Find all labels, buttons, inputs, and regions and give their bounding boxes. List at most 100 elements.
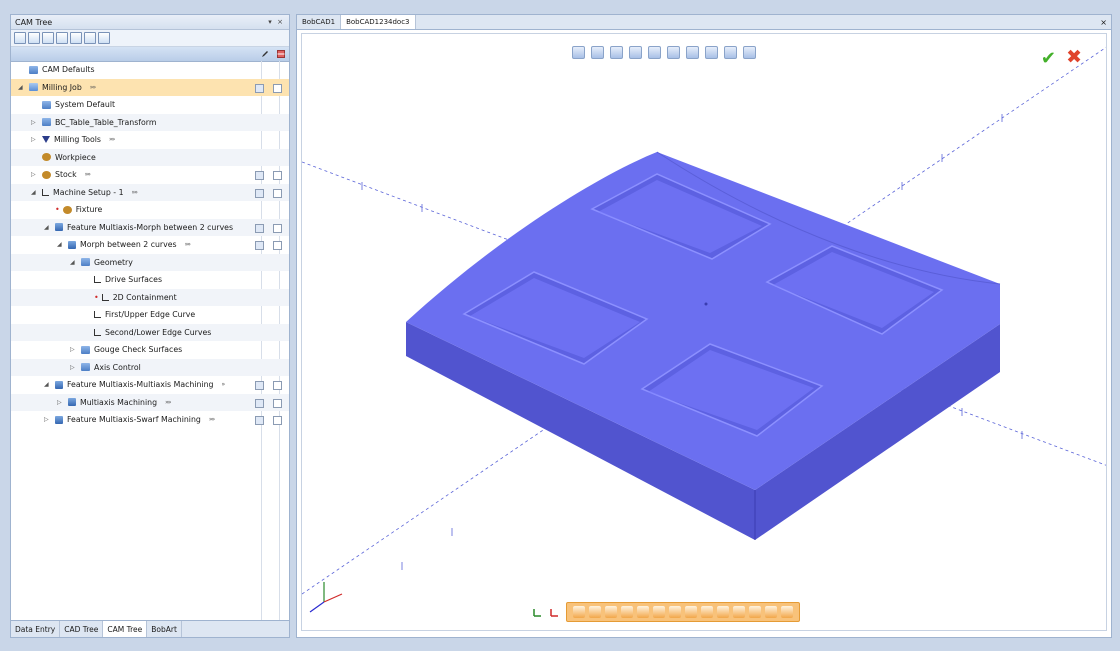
expand-arrows-icon[interactable]: »»: [185, 241, 191, 248]
view-iso2-icon[interactable]: [685, 606, 697, 618]
tree-item-morph[interactable]: ◢ Morph between 2 curves »»: [11, 236, 289, 254]
pan-icon[interactable]: [591, 46, 604, 59]
tree-item-2d-containment[interactable]: • 2D Containment: [11, 288, 289, 306]
tree-item-workpiece[interactable]: Workpiece: [11, 148, 289, 166]
tree-item-geometry[interactable]: ◢ Geometry: [11, 253, 289, 271]
compute-checkbox[interactable]: [255, 188, 264, 198]
view-save-icon[interactable]: [781, 606, 793, 618]
visibility-checkbox[interactable]: [273, 416, 282, 425]
visibility-checkbox[interactable]: [273, 171, 282, 180]
pin-icon[interactable]: ▾: [265, 18, 275, 26]
expander-icon[interactable]: ▷: [70, 364, 75, 371]
panel-tab-bobart[interactable]: BobArt: [147, 621, 182, 637]
tree-item-bc-table-transform[interactable]: ▷ BC_Table_Table_Transform: [11, 113, 289, 131]
tree-item-second-edge-curves[interactable]: Second/Lower Edge Curves: [11, 323, 289, 341]
cancel-x-icon[interactable]: ✖: [1066, 46, 1082, 68]
panel-tab-cad-tree[interactable]: CAD Tree: [60, 621, 104, 637]
compute-checkbox[interactable]: [255, 381, 264, 390]
tree-item-cam-defaults[interactable]: CAM Defaults: [11, 61, 289, 79]
part-model[interactable]: [302, 34, 1107, 631]
zoom-fit-icon[interactable]: [667, 46, 680, 59]
tree-item-feature-morph[interactable]: ◢ Feature Multiaxis-Morph between 2 curve…: [11, 218, 289, 236]
render-mode-icon[interactable]: [724, 46, 737, 59]
expander-icon[interactable]: ◢: [70, 259, 75, 266]
view-iso-icon[interactable]: [669, 606, 681, 618]
view-left-icon[interactable]: [637, 606, 649, 618]
expand-arrows-icon[interactable]: »»: [165, 399, 171, 406]
copy-icon[interactable]: [42, 32, 54, 44]
window-zoom-icon[interactable]: [629, 46, 642, 59]
zoom-in-icon[interactable]: [648, 46, 661, 59]
rotate-icon[interactable]: [610, 46, 623, 59]
select-arrow-icon[interactable]: [572, 46, 585, 59]
view-iso4-icon[interactable]: [717, 606, 729, 618]
expander-icon[interactable]: ▷: [31, 136, 36, 143]
tree-item-drive-surfaces[interactable]: Drive Surfaces: [11, 271, 289, 289]
compute-checkbox[interactable]: [255, 223, 264, 233]
view-plane-icon[interactable]: [733, 606, 745, 618]
compute-checkbox[interactable]: [255, 398, 264, 408]
compute-checkbox[interactable]: [255, 416, 264, 425]
expander-icon[interactable]: ◢: [31, 189, 36, 196]
expander-icon[interactable]: ▷: [31, 171, 36, 178]
display-options-icon[interactable]: [743, 46, 756, 59]
view-right-icon[interactable]: [653, 606, 665, 618]
close-icon[interactable]: ×: [275, 18, 285, 26]
panel-tab-cam-tree[interactable]: CAM Tree: [103, 621, 148, 637]
tree-item-first-edge-curve[interactable]: First/Upper Edge Curve: [11, 306, 289, 324]
compute-icon[interactable]: [70, 32, 82, 44]
expand-arrows-icon[interactable]: »»: [90, 84, 96, 91]
visibility-checkbox[interactable]: [273, 83, 282, 93]
viewport-close-icon[interactable]: ×: [1096, 18, 1111, 27]
expander-icon[interactable]: ◢: [44, 381, 49, 388]
visibility-grid-icon[interactable]: [277, 50, 285, 58]
expand-arrows-icon[interactable]: »»: [85, 171, 91, 178]
document-tab[interactable]: BobCAD1: [297, 15, 342, 29]
expand-arrows-icon[interactable]: »»: [132, 189, 138, 196]
compute-checkbox[interactable]: [255, 171, 264, 180]
expander-icon[interactable]: ▷: [70, 346, 75, 353]
view-top-icon[interactable]: [573, 606, 585, 618]
simulate-icon[interactable]: [84, 32, 96, 44]
pencil-icon[interactable]: [261, 50, 269, 58]
tree-item-machine-setup[interactable]: ◢ Machine Setup - 1 »»: [11, 183, 289, 201]
view-bottom-icon[interactable]: [589, 606, 601, 618]
expander-icon[interactable]: ▷: [44, 416, 49, 423]
panel-tab-data-entry[interactable]: Data Entry: [11, 621, 61, 637]
axis-toggle-red-icon[interactable]: [549, 607, 560, 618]
expander-icon[interactable]: ◢: [57, 241, 62, 248]
expand-arrows-icon[interactable]: »»: [209, 416, 215, 423]
compute-checkbox[interactable]: [255, 241, 264, 250]
axis-toggle-icon[interactable]: [532, 607, 543, 618]
tree-item-axis-control[interactable]: ▷ Axis Control: [11, 358, 289, 376]
view-front-icon[interactable]: [605, 606, 617, 618]
visibility-checkbox[interactable]: [273, 398, 282, 408]
tree-item-system-default[interactable]: System Default: [11, 96, 289, 114]
view-back-icon[interactable]: [621, 606, 633, 618]
edit-icon[interactable]: [56, 32, 68, 44]
tree-item-stock[interactable]: ▷ Stock »»: [11, 166, 289, 184]
shaded-view-icon[interactable]: [705, 46, 718, 59]
visibility-checkbox[interactable]: [273, 241, 282, 250]
tree-item-feature-swarf[interactable]: ▷ Feature Multiaxis-Swarf Machining »»: [11, 411, 289, 429]
visibility-checkbox[interactable]: [273, 223, 282, 233]
new-job-icon[interactable]: [14, 32, 26, 44]
view-iso3-icon[interactable]: [701, 606, 713, 618]
tree-item-gouge-check[interactable]: ▷ Gouge Check Surfaces: [11, 341, 289, 359]
view-normal-icon[interactable]: [749, 606, 761, 618]
post-icon[interactable]: [98, 32, 110, 44]
expand-arrows-icon[interactable]: »»: [109, 136, 115, 143]
section-view-icon[interactable]: [686, 46, 699, 59]
tree-item-multiaxis-machining[interactable]: ▷ Multiaxis Machining »»: [11, 393, 289, 411]
visibility-checkbox[interactable]: [273, 381, 282, 390]
expander-icon[interactable]: ◢: [18, 84, 23, 91]
expand-arrows-icon[interactable]: »: [222, 381, 226, 388]
compute-checkbox[interactable]: [255, 83, 264, 93]
expander-icon[interactable]: ▷: [31, 119, 36, 126]
3d-viewport[interactable]: ✔ ✖: [301, 33, 1107, 631]
tree-item-milling-tools[interactable]: ▷ Milling Tools »»: [11, 131, 289, 149]
ok-check-icon[interactable]: ✔: [1041, 48, 1056, 69]
expander-icon[interactable]: ◢: [44, 224, 49, 231]
expander-icon[interactable]: ▷: [57, 399, 62, 406]
tree-item-milling-job[interactable]: ◢ Milling Job »»: [11, 78, 289, 96]
